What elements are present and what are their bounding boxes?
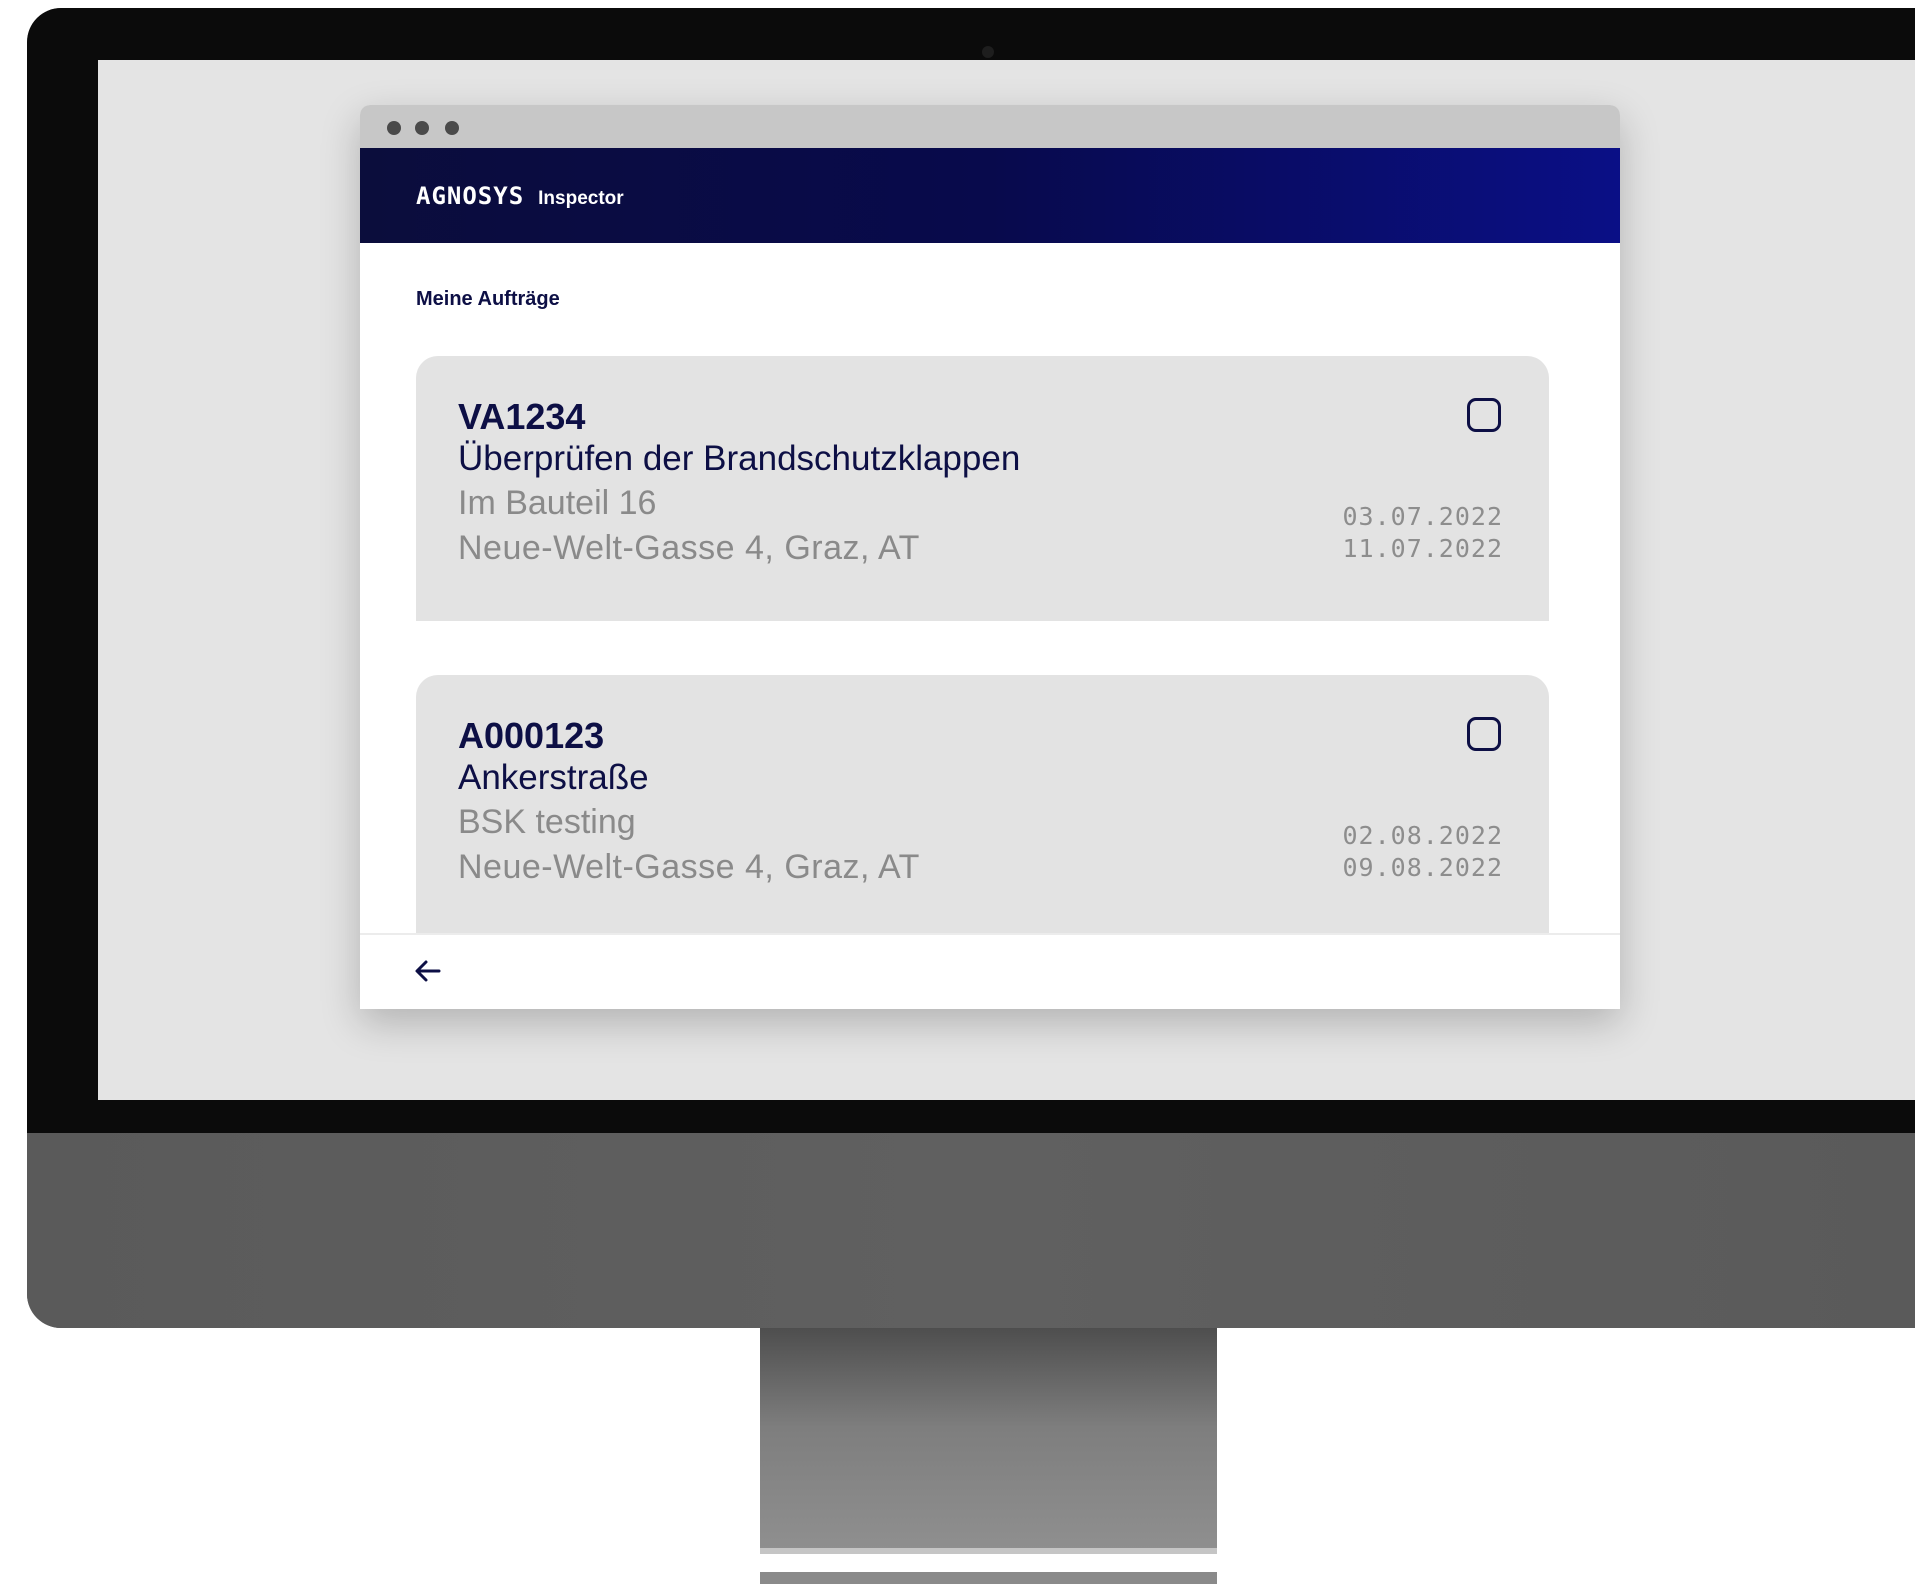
monitor-stand-lip <box>760 1548 1217 1554</box>
window-control-dot[interactable] <box>387 121 401 135</box>
monitor-stand-base <box>760 1572 1217 1584</box>
footer-bar <box>360 933 1620 1009</box>
order-checkbox[interactable] <box>1467 717 1501 751</box>
order-address: Neue-Welt-Gasse 4, Graz, AT <box>458 529 920 567</box>
camera-dot <box>982 46 994 58</box>
app-header: AGNOSYS Inspector <box>360 148 1620 243</box>
order-card[interactable]: VA1234 Überprüfen der Brandschutzklappen… <box>416 356 1549 621</box>
order-checkbox[interactable] <box>1467 398 1501 432</box>
section-title: Meine Aufträge <box>416 288 560 310</box>
order-card[interactable]: A000123 Ankerstraße BSK testing Neue-Wel… <box>416 675 1549 933</box>
order-title: Ankerstraße <box>458 758 649 797</box>
order-address: Neue-Welt-Gasse 4, Graz, AT <box>458 848 920 886</box>
order-title: Überprüfen der Brandschutzklappen <box>458 439 1021 478</box>
order-end-date: 09.08.2022 <box>1342 853 1503 882</box>
order-start-date: 02.08.2022 <box>1342 821 1503 850</box>
monitor-stand <box>760 1328 1217 1550</box>
order-id: A000123 <box>458 715 605 756</box>
window-title-bar <box>360 105 1620 148</box>
brand: AGNOSYS Inspector <box>416 182 624 210</box>
order-subtitle: Im Bauteil 16 <box>458 484 657 522</box>
order-start-date: 03.07.2022 <box>1342 502 1503 531</box>
app-window: AGNOSYS Inspector Meine Aufträge VA1234 … <box>360 105 1620 1009</box>
order-subtitle: BSK testing <box>458 803 636 841</box>
orders-content: Meine Aufträge VA1234 Überprüfen der Bra… <box>360 243 1620 933</box>
brand-logo: AGNOSYS <box>416 182 525 210</box>
window-control-dot[interactable] <box>445 121 459 135</box>
order-end-date: 11.07.2022 <box>1342 534 1503 563</box>
order-id: VA1234 <box>458 396 586 437</box>
window-control-dot[interactable] <box>415 121 429 135</box>
product-name: Inspector <box>538 188 624 209</box>
arrow-left-icon <box>415 960 441 982</box>
monitor-chin <box>27 1133 1915 1328</box>
monitor-mockup: AGNOSYS Inspector Meine Aufträge VA1234 … <box>0 0 1915 1584</box>
back-button[interactable] <box>412 955 444 987</box>
